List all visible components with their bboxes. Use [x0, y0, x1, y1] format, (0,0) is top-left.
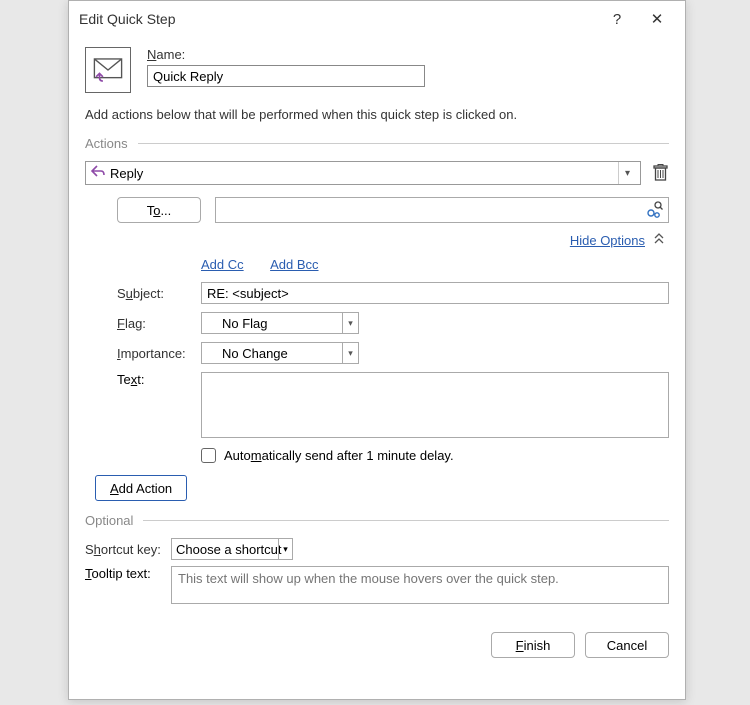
add-action-button[interactable]: Add Action — [95, 475, 187, 501]
people-picker-icon[interactable] — [644, 200, 664, 220]
to-button[interactable]: To... — [117, 197, 201, 223]
hide-options-link[interactable]: Hide Options — [570, 233, 645, 248]
cancel-button[interactable]: Cancel — [585, 632, 669, 658]
edit-quick-step-dialog: Edit Quick Step ? ✕ Name: Add actions be… — [68, 0, 686, 700]
chevron-down-icon: ▾ — [342, 313, 358, 333]
name-label: Name: — [147, 47, 669, 62]
add-bcc-link[interactable]: Add Bcc — [270, 257, 318, 272]
flag-select[interactable]: No Flag ▾ — [201, 312, 359, 334]
tooltip-label: Tooltip text: — [85, 566, 171, 581]
reply-icon — [90, 164, 106, 183]
chevron-down-icon: ▾ — [618, 162, 636, 184]
subject-input[interactable] — [201, 282, 669, 304]
actions-section-header: Actions — [85, 136, 669, 151]
action-type-select[interactable]: Reply ▾ — [85, 161, 641, 185]
close-button[interactable]: ✕ — [637, 4, 677, 34]
importance-select[interactable]: No Change ▾ — [201, 342, 359, 364]
text-label: Text: — [117, 372, 201, 387]
chevron-down-icon: ▾ — [342, 343, 358, 363]
finish-button[interactable]: Finish — [491, 632, 575, 658]
auto-send-label: Automatically send after 1 minute delay. — [224, 448, 454, 463]
importance-label: Importance: — [117, 346, 201, 361]
add-cc-link[interactable]: Add Cc — [201, 257, 244, 272]
shortcut-label: Shortcut key: — [85, 542, 171, 557]
quick-step-icon[interactable] — [85, 47, 131, 93]
title-bar: Edit Quick Step ? ✕ — [69, 1, 685, 37]
dialog-title: Edit Quick Step — [77, 11, 597, 27]
collapse-icon[interactable] — [653, 233, 665, 248]
text-input[interactable] — [201, 372, 669, 438]
description-text: Add actions below that will be performed… — [85, 107, 669, 122]
to-input[interactable] — [215, 197, 669, 223]
flag-label: Flag: — [117, 316, 201, 331]
tooltip-input[interactable] — [171, 566, 669, 604]
auto-send-checkbox[interactable] — [201, 448, 216, 463]
name-input[interactable] — [147, 65, 425, 87]
dialog-content: Name: Add actions below that will be per… — [69, 37, 685, 672]
subject-label: Subject: — [117, 286, 201, 301]
shortcut-select[interactable]: Choose a shortcut ▾ — [171, 538, 293, 560]
help-button[interactable]: ? — [597, 4, 637, 34]
delete-action-button[interactable] — [651, 163, 669, 183]
chevron-down-icon: ▾ — [278, 539, 292, 559]
optional-section-header: Optional — [85, 513, 669, 528]
